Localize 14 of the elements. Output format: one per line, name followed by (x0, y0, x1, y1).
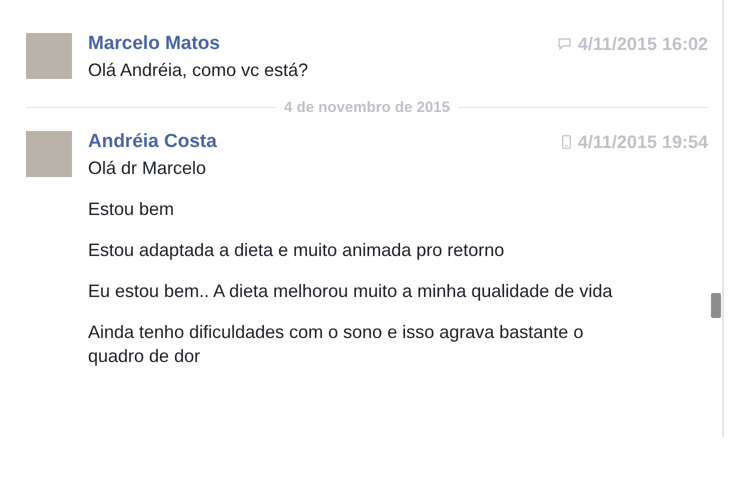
message-timestamp: 4/11/2015 19:54 (578, 132, 708, 152)
message-text: Estou bem (88, 198, 176, 221)
message-timestamp: 4/11/2015 16:02 (578, 34, 708, 54)
message-text: Olá Andréia, como vc está? (88, 59, 310, 82)
sender-name[interactable]: Andréia Costa (88, 131, 217, 153)
message-text: Eu estou bem.. A dieta melhorou muito a minha qualidade de vida (88, 280, 614, 303)
message-text: Olá dr Marcelo (88, 157, 208, 180)
avatar-photo-placeholder (26, 33, 72, 79)
sender-name[interactable]: Marcelo Matos (88, 33, 220, 55)
date-separator: 4 de novembro de 2015 (284, 99, 450, 116)
avatar-photo-placeholder (26, 131, 72, 177)
scrollbar-thumb[interactable] (711, 293, 721, 318)
message-text: Ainda tenho dificuldades com o sono e isso agrava bastante o quadro de dor (88, 321, 584, 368)
message-text: Estou adaptada a dieta e muito animada pro retorno (88, 239, 506, 262)
